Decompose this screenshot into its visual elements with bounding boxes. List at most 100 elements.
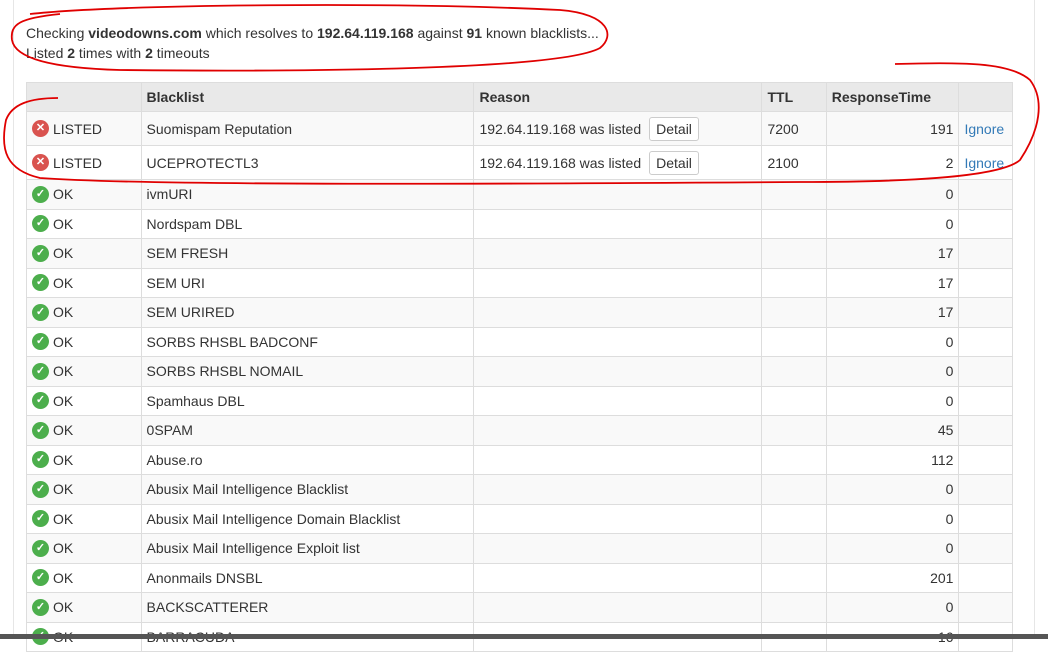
table-row: ✓ OK Abusix Mail Intelligence Exploit list… [26, 533, 1013, 564]
response-time-value: 0 [825, 179, 960, 210]
status-cell: ✓OK [26, 562, 142, 593]
response-time-value: 0 [825, 533, 960, 564]
summary-text: times with [75, 45, 146, 61]
timeout-count: 2 [145, 45, 153, 61]
ttl-value [761, 326, 827, 357]
table-row: ✓ OK Spamhaus DBL 0 [26, 385, 1013, 416]
actions-cell [958, 592, 1013, 623]
reason-text: 192.64.119.168 was listed [479, 120, 642, 137]
summary-line-2: Listed 2 times with 2 timeouts [26, 43, 599, 63]
actions-cell [958, 533, 1013, 564]
status-cell: ✓OK [26, 208, 142, 239]
table-row: ✓ OK SORBS RHSBL BADCONF 0 [26, 326, 1013, 357]
status-cell: ✓OK [26, 533, 142, 564]
check-circle-icon: ✓ [32, 598, 49, 616]
ttl-value [761, 592, 827, 623]
status-label: OK [53, 274, 74, 291]
status-cell: ✓OK [26, 503, 142, 534]
bottom-scroll-shadow [0, 634, 1048, 639]
summary-line-1: Checking videodowns.com which resolves t… [26, 23, 599, 43]
status-cell: ✓OK [26, 385, 142, 416]
ignore-link[interactable]: Ignore [964, 121, 1004, 137]
response-time-value: 0 [825, 592, 960, 623]
reason-cell [473, 297, 763, 328]
reason-cell [473, 415, 763, 446]
ttl-value [761, 562, 827, 593]
summary-text: which resolves to [201, 25, 318, 41]
actions-cell [958, 444, 1013, 475]
table-row: ✓ OK Nordspam DBL 0 [26, 208, 1013, 239]
table-row: ✓ OK Abuse.ro 112 [26, 444, 1013, 475]
status-cell: ✓OK [26, 179, 142, 210]
table-row: ✓ OK Abusix Mail Intelligence Domain Black… [26, 503, 1013, 534]
reason-cell: 192.64.119.168 was listed Detail [473, 111, 763, 146]
blacklist-name: Anonmails DNSBL [140, 562, 475, 593]
reason-cell [473, 326, 763, 357]
response-time-value: 2 [825, 145, 960, 180]
actions-cell [958, 267, 1013, 298]
resolved-ip: 192.64.119.168 [317, 25, 414, 41]
table-row: ✓ OK 0SPAM 45 [26, 415, 1013, 446]
actions-cell [958, 297, 1013, 328]
blacklist-count: 91 [466, 25, 483, 41]
reason-cell [473, 562, 763, 593]
listed-count: 2 [67, 45, 76, 61]
status-label: OK [53, 304, 74, 321]
actions-cell [958, 503, 1013, 534]
check-circle-icon: ✓ [32, 480, 49, 498]
check-circle-icon: ✓ [32, 421, 49, 439]
table-row-listed: ✕ LISTED UCEPROTECTL3 192.64.119.168 was li… [26, 145, 1013, 180]
reason-cell [473, 356, 763, 387]
actions-cell [958, 326, 1013, 357]
status-cell: ✓OK [26, 415, 142, 446]
reason-cell [473, 208, 763, 239]
detail-button[interactable]: Detail [649, 150, 699, 175]
summary-text: known blacklists... [482, 25, 599, 41]
actions-cell [958, 474, 1013, 505]
header-blacklist: Blacklist [140, 82, 475, 112]
blacklist-name: SORBS RHSBL NOMAIL [140, 356, 475, 387]
actions-cell [958, 238, 1013, 269]
status-label: OK [53, 422, 74, 439]
status-label: OK [53, 333, 74, 350]
ttl-value [761, 267, 827, 298]
reason-cell [473, 474, 763, 505]
response-time-value: 0 [825, 474, 960, 505]
ttl-value [761, 503, 827, 534]
table-header-row: Blacklist Reason TTL ResponseTime [26, 82, 1013, 112]
summary-text: timeouts [152, 45, 210, 61]
ttl-value: 7200 [761, 111, 827, 146]
status-label: OK [53, 215, 74, 232]
check-circle-icon: ✓ [32, 569, 49, 587]
ignore-link[interactable]: Ignore [964, 155, 1004, 171]
check-circle-icon: ✓ [32, 244, 49, 262]
actions-cell [958, 208, 1013, 239]
blacklist-name: SEM URIRED [140, 297, 475, 328]
actions-cell [958, 179, 1013, 210]
status-cell: ✓OK [26, 474, 142, 505]
status-cell: ✓OK [26, 592, 142, 623]
status-label: OK [53, 392, 74, 409]
response-time-value: 17 [825, 297, 960, 328]
status-label: OK [53, 569, 74, 586]
table-row: ✓ OK Abusix Mail Intelligence Blacklist 0 [26, 474, 1013, 505]
detail-button[interactable]: Detail [649, 116, 699, 141]
actions-cell [958, 385, 1013, 416]
status-label: OK [53, 540, 74, 557]
status-cell: ✓OK [26, 444, 142, 475]
response-time-value: 112 [825, 444, 960, 475]
ttl-value [761, 385, 827, 416]
check-circle-icon: ✓ [32, 362, 49, 380]
reason-cell [473, 385, 763, 416]
check-summary: Checking videodowns.com which resolves t… [26, 23, 599, 63]
check-circle-icon: ✓ [32, 185, 49, 203]
actions-cell [958, 562, 1013, 593]
blacklist-name: Spamhaus DBL [140, 385, 475, 416]
check-circle-icon: ✓ [32, 333, 49, 351]
response-time-value: 0 [825, 208, 960, 239]
status-label: OK [53, 451, 74, 468]
blacklist-name: SEM URI [140, 267, 475, 298]
check-circle-icon: ✓ [32, 539, 49, 557]
ttl-value [761, 356, 827, 387]
blacklist-name: BACKSCATTERER [140, 592, 475, 623]
